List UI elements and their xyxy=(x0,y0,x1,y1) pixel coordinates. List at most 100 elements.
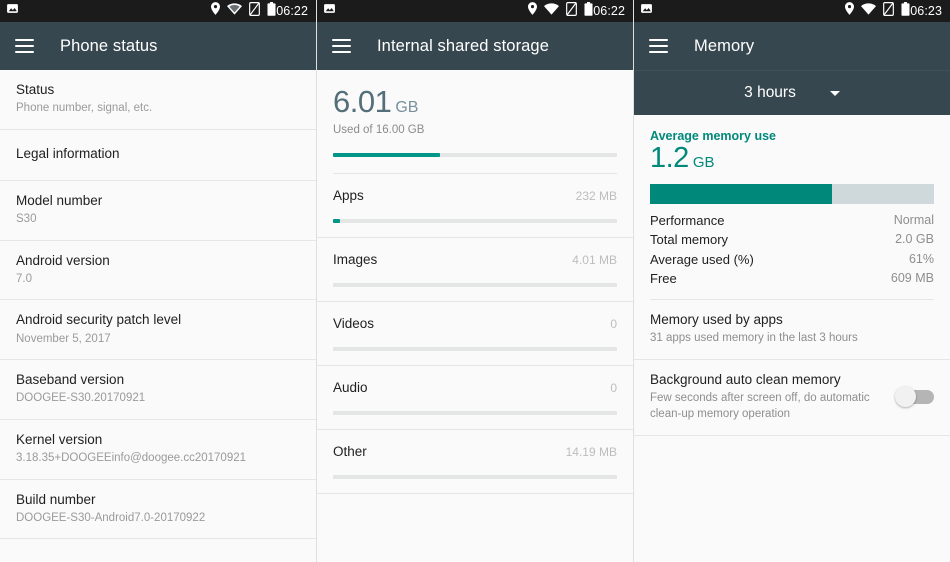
duration-spinner[interactable]: 3 hours xyxy=(634,70,950,115)
list-item[interactable]: Build number DOOGEE-S30-Android7.0-20170… xyxy=(0,479,316,540)
toolbar: Phone status xyxy=(0,22,316,70)
category-progress-fill xyxy=(333,219,341,223)
storage-bar-wrap xyxy=(333,153,617,174)
storage-progress-track xyxy=(333,153,617,157)
list-item[interactable]: Model number S30 xyxy=(0,180,316,241)
category-progress-track xyxy=(333,347,617,351)
category-progress-track xyxy=(333,411,617,415)
background-auto-clean-toggle[interactable] xyxy=(895,386,934,408)
stat-row: Total memory 2.0 GB xyxy=(650,230,934,250)
screen-internal-shared-storage: 06:22 Internal shared storage 6.01 GB Use… xyxy=(317,0,634,562)
stat-label: Average used (%) xyxy=(650,251,754,267)
memory-summary: Average memory use 1.2 GB Performance Nor… xyxy=(634,115,950,300)
storage-used-line: 6.01 GB xyxy=(333,86,617,117)
list-item[interactable]: Kernel version 3.18.35+DOOGEEinfo@doogee… xyxy=(0,419,316,480)
category-progress-track xyxy=(333,219,617,223)
status-bar-right xyxy=(845,1,910,21)
screen-memory: 06:23 Memory 3 hours Average memory use … xyxy=(634,0,950,562)
category-progress-track xyxy=(333,475,617,479)
category-size: 0 xyxy=(610,381,617,395)
sim-card-off-icon xyxy=(566,1,578,21)
photo-icon xyxy=(6,2,19,20)
list-item-title: Background auto clean memory xyxy=(650,371,841,387)
list-item-title: Legal information xyxy=(16,145,120,161)
status-bar-left xyxy=(640,2,653,20)
status-bar-right xyxy=(528,1,593,21)
hamburger-menu-icon[interactable] xyxy=(15,39,34,53)
list-item-subtitle: Few seconds after screen off, do automat… xyxy=(650,391,870,421)
list-item-title: Kernel version xyxy=(16,431,103,447)
list-item[interactable]: Other 14.19 MB xyxy=(317,430,633,494)
list-item-subtitle: Phone number, signal, etc. xyxy=(16,102,153,115)
list-item[interactable]: Android version 7.0 xyxy=(0,240,316,301)
hamburger-menu-icon[interactable] xyxy=(649,39,668,53)
memory-stats-table: Performance Normal Total memory 2.0 GB A… xyxy=(650,211,934,300)
screen-phone-status: 06:22 Phone status Status Phone number, … xyxy=(0,0,317,562)
hamburger-menu-icon[interactable] xyxy=(332,39,351,53)
location-icon xyxy=(845,2,855,20)
location-icon xyxy=(211,2,221,20)
status-bar-clock: 06:22 xyxy=(593,4,625,18)
category-name: Apps xyxy=(333,188,364,203)
storage-used-value: 6.01 xyxy=(333,84,392,119)
list-item[interactable]: Apps 232 MB xyxy=(317,174,633,238)
status-bar: 06:23 xyxy=(634,0,950,22)
storage-used-unit: GB xyxy=(395,99,419,116)
average-memory-use-label: Average memory use xyxy=(650,129,776,143)
sim-card-off-icon xyxy=(883,1,895,21)
page-title: Memory xyxy=(694,36,755,55)
list-item-subtitle: 3.18.35+DOOGEEinfo@doogee.cc20170921 xyxy=(16,452,247,465)
storage-category-list: Apps 232 MB Images 4.01 MB Videos 0 Audi… xyxy=(317,174,633,494)
status-bar-clock: 06:23 xyxy=(910,4,942,18)
battery-icon xyxy=(584,1,593,21)
stat-label: Total memory xyxy=(650,232,729,248)
photo-icon xyxy=(323,2,336,20)
battery-icon xyxy=(267,1,276,21)
average-memory-use-value: 1.2 xyxy=(650,142,689,174)
list-item[interactable]: Legal information xyxy=(0,129,316,181)
list-item-subtitle: S30 xyxy=(16,213,37,226)
status-bar: 06:22 xyxy=(0,0,316,22)
wifi-icon xyxy=(227,2,243,20)
category-size: 0 xyxy=(610,317,617,331)
chevron-down-icon xyxy=(829,90,840,96)
status-bar: 06:22 xyxy=(317,0,633,22)
category-size: 232 MB xyxy=(575,189,617,203)
list-item[interactable]: Status Phone number, signal, etc. xyxy=(0,70,316,130)
category-name: Other xyxy=(333,444,367,459)
memory-progress-track xyxy=(650,183,934,204)
category-name: Images xyxy=(333,252,378,267)
list-item-memory-used-by-apps[interactable]: Memory used by apps 31 apps used memory … xyxy=(634,299,950,360)
list-item-title: Build number xyxy=(16,491,96,507)
list-item-subtitle: DOOGEE-S30-Android7.0-20170922 xyxy=(16,511,206,524)
list-item-background-auto-clean-memory[interactable]: Background auto clean memory Few seconds… xyxy=(634,359,950,437)
memory-options-list: Memory used by apps 31 apps used memory … xyxy=(634,299,950,437)
list-item[interactable]: Images 4.01 MB xyxy=(317,238,633,302)
status-bar-left xyxy=(323,2,336,20)
phone-status-list: Status Phone number, signal, etc. Legal … xyxy=(0,70,316,540)
category-size: 4.01 MB xyxy=(572,253,617,267)
status-bar-left xyxy=(6,2,19,20)
storage-summary: 6.01 GB Used of 16.00 GB xyxy=(317,70,633,174)
toolbar: Internal shared storage xyxy=(317,22,633,70)
duration-spinner-value: 3 hours xyxy=(744,84,796,101)
storage-progress-fill xyxy=(333,153,440,157)
list-item-title: Android version xyxy=(16,252,110,268)
stat-row: Average used (%) 61% xyxy=(650,250,934,270)
page-title: Phone status xyxy=(60,36,158,55)
stat-value: Normal xyxy=(893,212,934,227)
list-item[interactable]: Baseband version DOOGEE-S30.20170921 xyxy=(0,360,316,420)
toolbar: Memory xyxy=(634,22,950,70)
category-size: 14.19 MB xyxy=(565,445,617,459)
category-name: Audio xyxy=(333,380,368,395)
list-item[interactable]: Audio 0 xyxy=(317,366,633,430)
list-item[interactable]: Videos 0 xyxy=(317,302,633,366)
average-memory-use-line: 1.2 GB xyxy=(650,142,934,175)
stat-value: 61% xyxy=(908,251,934,266)
page-title: Internal shared storage xyxy=(377,36,549,55)
status-bar-clock: 06:22 xyxy=(276,4,308,18)
stat-row: Free 609 MB xyxy=(650,269,934,289)
toggle-thumb xyxy=(895,386,916,408)
list-item[interactable]: Android security patch level November 5,… xyxy=(0,300,316,361)
sim-card-off-icon xyxy=(249,1,261,21)
